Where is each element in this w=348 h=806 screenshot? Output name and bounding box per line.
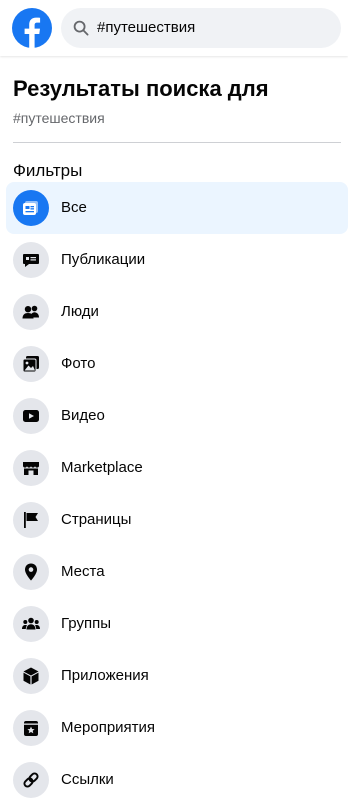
filter-item-places[interactable]: Места	[6, 546, 348, 598]
pages-flag-icon	[13, 502, 49, 538]
filter-item-people[interactable]: Люди	[6, 286, 348, 338]
filter-label: Ссылки	[61, 771, 114, 788]
filter-item-photos[interactable]: Фото	[6, 338, 348, 390]
events-calendar-icon	[13, 710, 49, 746]
apps-cube-icon	[13, 658, 49, 694]
filter-label: Места	[61, 563, 105, 580]
filter-item-groups[interactable]: Группы	[6, 598, 348, 650]
filter-item-pages[interactable]: Страницы	[6, 494, 348, 546]
filter-item-apps[interactable]: Приложения	[6, 650, 348, 702]
filter-list: Все Публикации Люди Фото Видео Marketpla…	[6, 182, 348, 806]
facebook-logo-icon[interactable]	[12, 8, 52, 48]
groups-icon	[13, 606, 49, 642]
top-bar: #путешествия	[0, 0, 348, 56]
filter-item-all[interactable]: Все	[6, 182, 348, 234]
filter-item-links[interactable]: Ссылки	[6, 754, 348, 806]
photos-icon	[13, 346, 49, 382]
search-icon	[73, 20, 89, 36]
filter-label: Приложения	[61, 667, 149, 684]
page-title: Результаты поиска для	[13, 76, 269, 101]
all-results-icon	[13, 190, 49, 226]
filter-label: Видео	[61, 407, 105, 424]
filter-label: Публикации	[61, 251, 146, 268]
search-query-label: #путешествия	[13, 110, 105, 126]
people-icon	[13, 294, 49, 330]
marketplace-icon	[13, 450, 49, 486]
places-pin-icon	[13, 554, 49, 590]
video-icon	[13, 398, 49, 434]
filter-label: Все	[61, 199, 87, 216]
filter-item-events[interactable]: Мероприятия	[6, 702, 348, 754]
filter-label: Фото	[61, 355, 96, 372]
search-input[interactable]: #путешествия	[61, 8, 341, 48]
filter-label: Мероприятия	[61, 719, 156, 736]
filter-label: Marketplace	[61, 459, 143, 476]
links-icon	[13, 762, 49, 798]
filter-item-marketplace[interactable]: Marketplace	[6, 442, 348, 494]
filter-label: Группы	[61, 615, 111, 632]
posts-icon	[13, 242, 49, 278]
filter-label: Люди	[61, 303, 99, 320]
filter-label: Страницы	[61, 511, 132, 528]
filters-title: Фильтры	[13, 161, 83, 180]
filter-item-video[interactable]: Видео	[6, 390, 348, 442]
search-query-text: #путешествия	[97, 19, 196, 36]
divider	[13, 142, 341, 143]
filter-item-posts[interactable]: Публикации	[6, 234, 348, 286]
